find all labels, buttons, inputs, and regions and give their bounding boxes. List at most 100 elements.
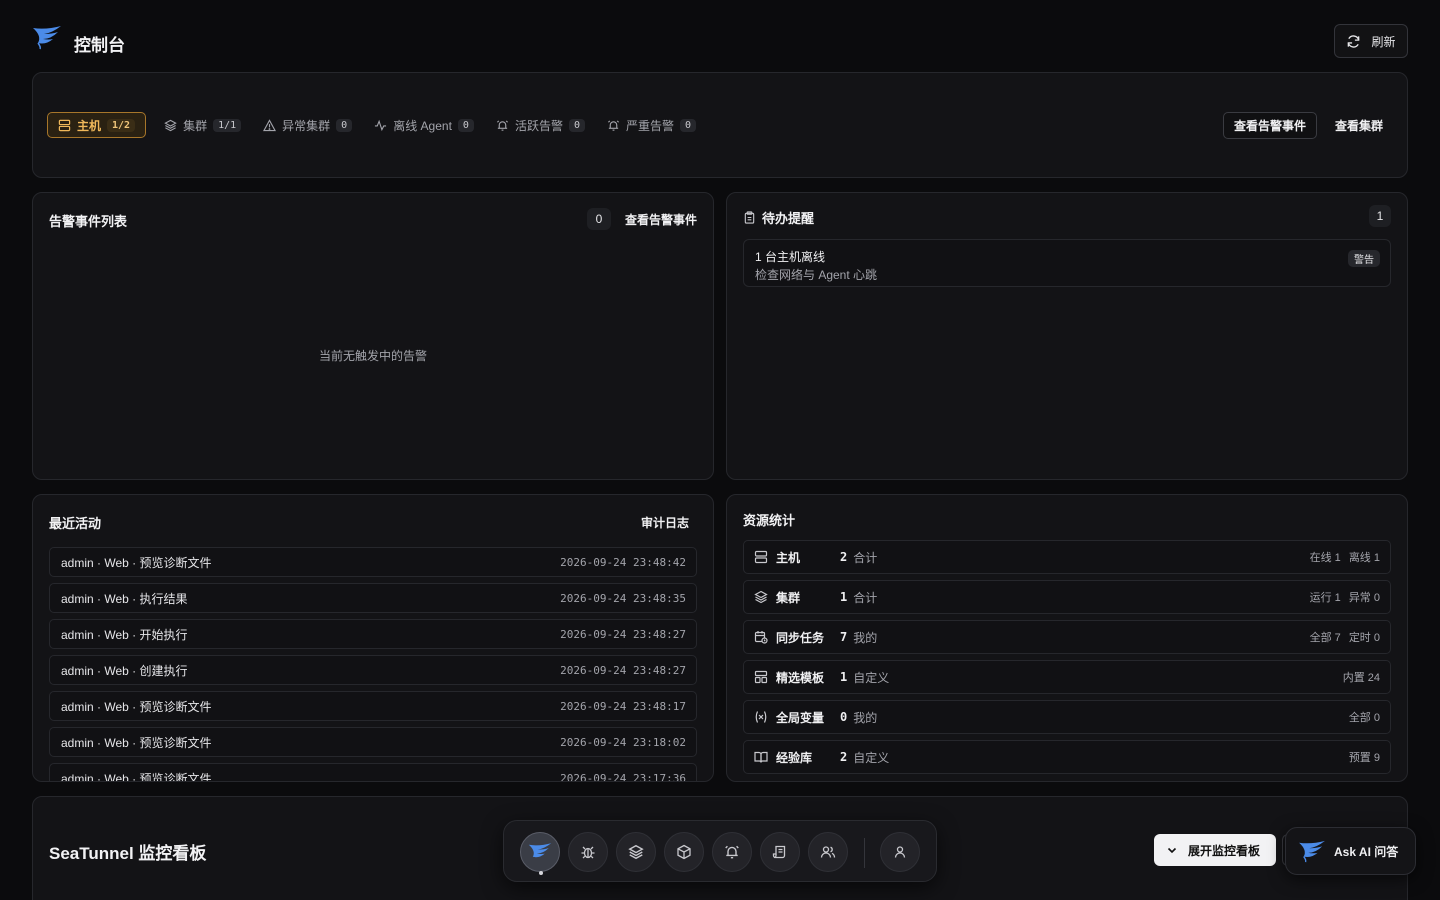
resource-unit: 自定义	[853, 750, 890, 765]
resource-meta-item: 定时 0	[1348, 632, 1380, 644]
resource-meta-item: 预置 9	[1348, 752, 1380, 764]
chip-badge: 1/1	[213, 118, 242, 132]
alarm-icon	[496, 119, 508, 131]
recent-activity-card: 最近活动 审计日志 admin · Web · 预览诊断文件 2026-09-24…	[32, 494, 714, 782]
audit-log-link[interactable]: 审计日志	[641, 514, 689, 531]
dock-clusters-button[interactable]	[616, 832, 656, 872]
todo-count-badge: 1	[1369, 205, 1391, 227]
resource-list: 主机 2 合计 在线 1 离线 1 集群 1 合计 运行 1 异常 0 同步任务 7…	[743, 540, 1391, 780]
resource-meta-item: 异常 0	[1348, 592, 1380, 604]
page-title: 控制台	[74, 36, 125, 55]
users-icon	[820, 846, 836, 858]
chip-active-alerts[interactable]: 活跃告警 0	[492, 112, 589, 138]
activity-desc: admin · Web · 预览诊断文件	[61, 771, 212, 782]
resource-row-clusters[interactable]: 集群 1 合计 运行 1 异常 0	[743, 580, 1391, 614]
alarm-icon	[725, 845, 739, 859]
activity-time: 2026-09-24 23:48:27	[560, 627, 686, 641]
dock-separator	[864, 838, 865, 868]
dock-alerts-button[interactable]	[712, 832, 752, 872]
resource-row-global-variables[interactable]: 全局变量 0 我的 全部 0	[743, 700, 1391, 734]
page-header: 控制台 刷新	[32, 24, 1408, 58]
resource-row-knowledge-base[interactable]: 经验库 2 自定义 预置 9	[743, 740, 1391, 774]
resource-unit: 我的	[853, 630, 878, 645]
activity-desc: admin · Web · 预览诊断文件	[61, 735, 212, 750]
activity-row: admin · Web · 预览诊断文件 2026-09-24 23:48:42	[49, 547, 697, 577]
resource-stats-title: 资源统计	[743, 513, 796, 528]
alert-events-title: 告警事件列表	[49, 214, 128, 229]
resource-meta-item: 全部 7	[1309, 632, 1341, 644]
chip-label: 离线 Agent	[393, 118, 452, 133]
chip-abnormal-clusters[interactable]: 异常集群 0	[259, 112, 356, 138]
resource-name: 精选模板	[776, 670, 825, 685]
refresh-button[interactable]: 刷新	[1334, 24, 1408, 58]
resource-row-templates[interactable]: 精选模板 1 自定义 内置 24	[743, 660, 1391, 694]
status-summary-card: 主机 1/2 集群 1/1 异常集群 0 离线 Agent 0 活跃告警 0 严…	[32, 72, 1408, 178]
resource-count: 2	[840, 550, 848, 564]
activity-time: 2026-09-24 23:18:02	[560, 735, 686, 749]
resource-meta: 内置 24	[1343, 669, 1380, 685]
dock-home-button[interactable]	[520, 832, 560, 872]
activity-row: admin · Web · 开始执行 2026-09-24 23:48:27	[49, 619, 697, 649]
view-alert-events-link[interactable]: 查看告警事件	[625, 211, 697, 228]
variable-icon	[755, 711, 767, 723]
chip-badge: 0	[680, 118, 697, 132]
chip-clusters[interactable]: 集群 1/1	[160, 112, 245, 138]
resource-unit: 合计	[853, 550, 878, 565]
activity-row: admin · Web · 创建执行 2026-09-24 23:48:27	[49, 655, 697, 685]
resource-count: 2	[840, 750, 848, 764]
refresh-icon	[1348, 34, 1360, 48]
dock-audit-button[interactable]	[760, 832, 800, 872]
activity-list: admin · Web · 预览诊断文件 2026-09-24 23:48:42 …	[49, 547, 697, 782]
seatunnel-logo-icon	[528, 843, 552, 858]
monitor-board-title: SeaTunnel 监控看板	[49, 844, 207, 863]
status-actions: 查看告警事件 查看集群	[1222, 112, 1393, 139]
todo-item-desc: 检查网络与 Agent 心跳	[755, 268, 878, 282]
user-icon	[894, 846, 906, 858]
resource-row-hosts[interactable]: 主机 2 合计 在线 1 离线 1	[743, 540, 1391, 574]
resource-meta-item: 运行 1	[1309, 592, 1341, 604]
dock-profile-button[interactable]	[880, 832, 920, 872]
resource-count: 0	[840, 710, 848, 724]
template-icon	[754, 670, 768, 684]
resource-row-sync-tasks[interactable]: 同步任务 7 我的 全部 7 定时 0	[743, 620, 1391, 654]
dock-packages-button[interactable]	[664, 832, 704, 872]
package-icon	[677, 844, 691, 860]
chip-label: 异常集群	[282, 118, 331, 133]
ask-ai-label: Ask AI 问答	[1334, 844, 1399, 859]
chip-badge: 1/2	[107, 118, 136, 132]
refresh-label: 刷新	[1371, 34, 1396, 49]
ask-ai-button[interactable]: Ask AI 问答	[1285, 827, 1416, 875]
view-alert-events-button[interactable]: 查看告警事件	[1222, 112, 1317, 139]
resource-name: 同步任务	[776, 630, 825, 645]
todo-title: 待办提醒	[762, 211, 815, 226]
bottom-dock	[503, 820, 937, 882]
chip-badge: 0	[457, 118, 474, 132]
chip-hosts[interactable]: 主机 1/2	[47, 112, 147, 138]
alert-count-badge: 0	[586, 208, 611, 230]
resource-meta: 运行 1 异常 0	[1310, 589, 1380, 605]
chip-critical-alerts[interactable]: 严重告警 0	[603, 112, 700, 138]
activity-desc: admin · Web · 预览诊断文件	[61, 555, 212, 570]
seatunnel-logo-icon	[33, 26, 61, 50]
todo-item-title: 1 台主机离线	[755, 250, 826, 264]
todo-item[interactable]: 1 台主机离线 检查网络与 Agent 心跳 警告	[743, 239, 1391, 287]
resource-meta: 全部 7 定时 0	[1310, 629, 1380, 645]
warning-icon	[263, 118, 277, 131]
chip-label: 主机	[77, 118, 102, 133]
server-icon	[754, 550, 768, 564]
resource-meta: 预置 9	[1349, 749, 1380, 765]
expand-monitor-button[interactable]: 展开监控看板	[1154, 834, 1276, 866]
resource-meta: 全部 0	[1349, 709, 1380, 725]
view-clusters-button[interactable]: 查看集群	[1325, 112, 1393, 139]
resource-meta-item: 离线 1	[1348, 552, 1380, 564]
activity-desc: admin · Web · 预览诊断文件	[61, 699, 212, 714]
dock-diagnostics-button[interactable]	[568, 832, 608, 872]
resource-unit: 我的	[853, 710, 878, 725]
chip-badge: 0	[568, 118, 585, 132]
activity-row: admin · Web · 预览诊断文件 2026-09-24 23:18:02	[49, 727, 697, 757]
resource-meta: 在线 1 离线 1	[1310, 549, 1380, 565]
chip-offline-agent[interactable]: 离线 Agent 0	[370, 112, 478, 138]
activity-time: 2026-09-24 23:48:35	[560, 591, 686, 605]
active-indicator	[539, 871, 543, 875]
dock-users-button[interactable]	[808, 832, 848, 872]
